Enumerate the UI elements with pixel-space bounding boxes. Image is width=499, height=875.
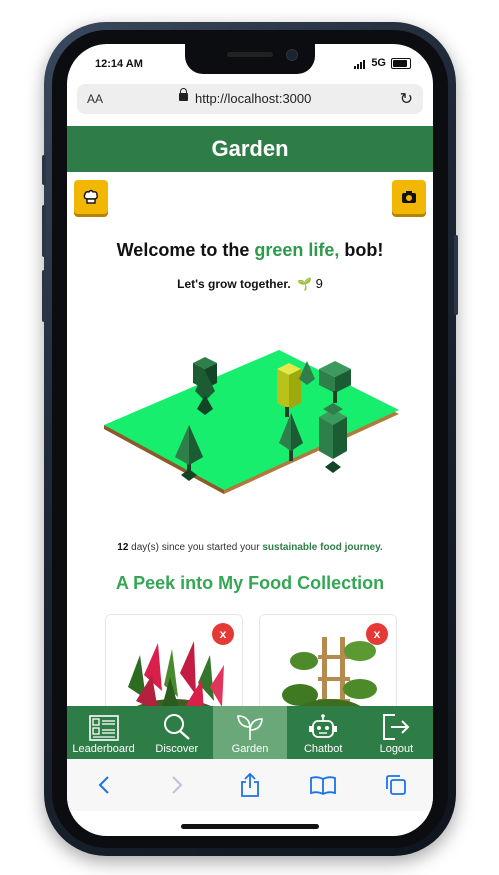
welcome-highlight: green life, <box>254 240 340 260</box>
volume-down-button <box>42 270 46 322</box>
mute-switch <box>42 155 46 185</box>
tabs-icon <box>386 775 407 795</box>
nav-label-logout: Logout <box>379 743 414 755</box>
journey-text: 12 day(s) since you started your sustain… <box>67 542 433 553</box>
camera-button[interactable] <box>392 180 426 214</box>
robot-icon <box>309 714 338 738</box>
welcome-name: bob! <box>339 240 384 260</box>
status-time: 12:14 AM <box>95 58 143 70</box>
collection-title: A Peek into My Food Collection <box>115 573 385 593</box>
status-indicators: 5G <box>354 57 411 69</box>
nav-discover[interactable]: Discover <box>140 706 213 759</box>
page-title: Garden <box>67 126 433 172</box>
sprout-icon <box>237 715 263 740</box>
logout-icon <box>383 714 410 740</box>
days-count: 12 <box>117 542 129 553</box>
bottom-nav: Leaderboard Discover Garden Chatbot Logo… <box>67 706 433 759</box>
share-icon <box>241 773 259 797</box>
reload-icon[interactable]: ↻ <box>400 89 413 109</box>
nav-label-leaderboard: Leaderboard <box>72 743 135 755</box>
phone-screen: 12:14 AM 5G AA http://localhost:3000 ↻ G… <box>67 44 433 836</box>
welcome-heading: Welcome to the green life, bob! <box>67 240 433 261</box>
nav-leaderboard[interactable]: Leaderboard <box>67 706 140 759</box>
power-button <box>454 235 458 315</box>
volume-up-button <box>42 205 46 257</box>
signal-icon <box>354 57 366 69</box>
chef-hat-icon <box>83 189 98 204</box>
lock-icon <box>179 88 188 101</box>
garden-illustration <box>104 350 399 494</box>
remove-button[interactable]: x <box>212 623 234 645</box>
leaderboard-icon <box>88 715 119 741</box>
text-size-button[interactable]: AA <box>87 92 103 106</box>
plant-count: 9 <box>315 276 323 291</box>
remove-button[interactable]: x <box>366 623 388 645</box>
welcome-prefix: Welcome to the <box>116 240 255 260</box>
chef-button[interactable] <box>74 180 108 214</box>
network-label: 5G <box>371 57 386 69</box>
camera-icon <box>402 191 416 203</box>
journey-middle: day(s) since you started your <box>128 542 263 553</box>
journey-link[interactable]: sustainable food journey. <box>262 542 382 553</box>
chevron-left-icon <box>98 776 109 794</box>
address-bar[interactable]: AA http://localhost:3000 ↻ <box>77 84 423 114</box>
seedling-icon: 🌱 <box>297 277 313 291</box>
search-icon <box>163 714 190 740</box>
tabs-button[interactable] <box>381 770 411 800</box>
safari-toolbar <box>67 759 433 811</box>
home-indicator <box>181 824 319 829</box>
forward-button[interactable] <box>162 770 192 800</box>
book-icon <box>310 776 337 795</box>
nav-label-discover: Discover <box>155 743 199 755</box>
tagline-text: Let's grow together. <box>177 277 291 291</box>
chevron-right-icon <box>172 776 183 794</box>
nav-label-garden: Garden <box>231 743 269 755</box>
nav-chatbot[interactable]: Chatbot <box>287 706 360 759</box>
bookmarks-button[interactable] <box>308 770 338 800</box>
nav-logout[interactable]: Logout <box>360 706 433 759</box>
tagline: Let's grow together. 🌱 9 <box>67 276 433 291</box>
nav-garden[interactable]: Garden <box>213 706 287 759</box>
back-button[interactable] <box>89 770 119 800</box>
speaker <box>227 52 273 57</box>
url-text[interactable]: http://localhost:3000 <box>195 91 311 106</box>
nav-label-chatbot: Chatbot <box>303 743 343 755</box>
battery-icon <box>391 57 411 69</box>
share-button[interactable] <box>235 770 265 800</box>
camera <box>286 49 298 61</box>
